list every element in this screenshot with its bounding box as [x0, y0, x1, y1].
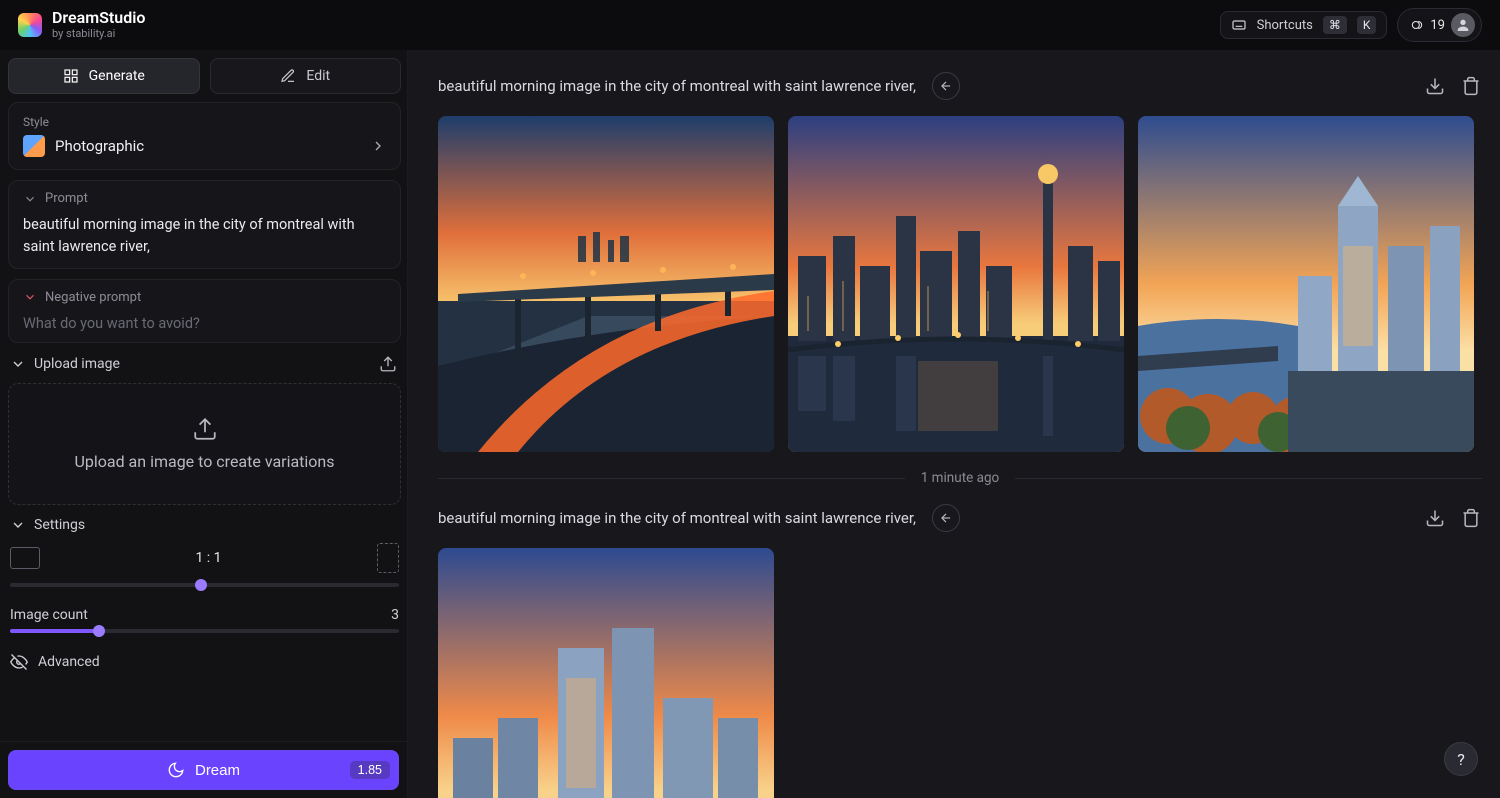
- download-button[interactable]: [1424, 507, 1446, 529]
- delete-button[interactable]: [1460, 75, 1482, 97]
- tab-generate-label: Generate: [89, 68, 145, 84]
- image-count-value: 3: [391, 607, 399, 623]
- generated-image[interactable]: [438, 116, 774, 452]
- tab-generate[interactable]: Generate: [8, 58, 200, 94]
- result-prompt: beautiful morning image in the city of m…: [438, 77, 916, 95]
- upload-zone-text: Upload an image to create variations: [74, 452, 334, 471]
- edit-icon: [280, 68, 296, 84]
- style-heading: Style: [23, 115, 386, 129]
- delete-button[interactable]: [1460, 507, 1482, 529]
- generated-image[interactable]: [1138, 116, 1474, 452]
- divider: [1015, 478, 1482, 479]
- image-count-label: Image count: [10, 607, 88, 623]
- upload-icon[interactable]: [377, 353, 399, 375]
- style-value: Photographic: [55, 137, 360, 155]
- chevron-down-icon: [23, 290, 37, 304]
- help-button[interactable]: ?: [1444, 742, 1478, 776]
- generated-image[interactable]: [438, 548, 774, 798]
- divider: [438, 478, 905, 479]
- download-button[interactable]: [1424, 75, 1446, 97]
- shortcuts-label: Shortcuts: [1257, 18, 1313, 33]
- moon-icon: [167, 761, 185, 779]
- settings-heading: Settings: [34, 517, 85, 533]
- generated-image[interactable]: [788, 116, 1124, 452]
- app-logo: [18, 13, 42, 37]
- dream-cost: 1.85: [350, 761, 390, 779]
- keyboard-icon: [1231, 17, 1247, 33]
- prompt-text[interactable]: beautiful morning image in the city of m…: [23, 214, 386, 258]
- ratio-wide-icon[interactable]: [10, 547, 40, 569]
- credits-pill[interactable]: 19: [1397, 8, 1482, 42]
- image-count-slider[interactable]: [10, 629, 399, 633]
- eye-off-icon: [10, 653, 28, 671]
- timestamp: 1 minute ago: [921, 470, 1000, 486]
- tab-edit-label: Edit: [306, 68, 330, 84]
- advanced-toggle[interactable]: Advanced: [10, 653, 399, 671]
- chevron-down-icon[interactable]: [10, 517, 26, 533]
- chevron-down-icon: [23, 192, 37, 206]
- grid-icon: [63, 68, 79, 84]
- reuse-prompt-button[interactable]: [932, 504, 960, 532]
- dream-label: Dream: [195, 762, 240, 779]
- sidebar: Generate Edit Style Photographic: [0, 50, 408, 798]
- kbd-cmd: ⌘: [1323, 16, 1347, 34]
- kbd-k: K: [1357, 16, 1377, 34]
- ratio-tall-icon[interactable]: [377, 543, 399, 573]
- credits-icon: [1410, 18, 1424, 32]
- brand-byline: by stability.ai: [52, 28, 145, 41]
- results-panel: beautiful morning image in the city of m…: [408, 50, 1500, 798]
- upload-arrow-icon: [192, 416, 218, 442]
- aspect-ratio-slider[interactable]: [10, 583, 399, 587]
- brand-name: DreamStudio: [52, 9, 145, 27]
- advanced-label: Advanced: [38, 654, 100, 670]
- credits-value: 19: [1430, 18, 1445, 33]
- chevron-right-icon: [370, 138, 386, 154]
- negative-prompt-box[interactable]: Negative prompt: [8, 279, 401, 343]
- chevron-down-icon[interactable]: [10, 356, 26, 372]
- prompt-label: Prompt: [45, 191, 88, 206]
- upload-zone[interactable]: Upload an image to create variations: [8, 383, 401, 505]
- upload-heading: Upload image: [34, 356, 120, 372]
- negative-prompt-label: Negative prompt: [45, 290, 141, 305]
- style-selector[interactable]: Style Photographic: [8, 102, 401, 170]
- shortcuts-button[interactable]: Shortcuts ⌘ K: [1220, 11, 1388, 39]
- negative-prompt-input[interactable]: [23, 315, 386, 332]
- avatar[interactable]: [1451, 13, 1475, 37]
- dream-button[interactable]: Dream 1.85: [8, 750, 399, 790]
- aspect-ratio-value: 1 : 1: [54, 550, 363, 566]
- reuse-prompt-button[interactable]: [932, 72, 960, 100]
- style-swatch-icon: [23, 135, 45, 157]
- result-prompt: beautiful morning image in the city of m…: [438, 509, 916, 527]
- tab-edit[interactable]: Edit: [210, 58, 402, 94]
- prompt-box[interactable]: Prompt beautiful morning image in the ci…: [8, 180, 401, 269]
